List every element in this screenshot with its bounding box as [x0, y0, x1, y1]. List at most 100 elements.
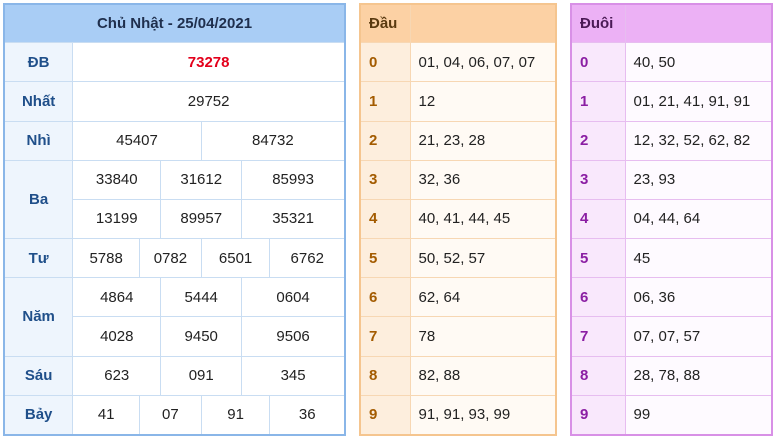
- duoi-values: 28, 78, 88: [624, 355, 773, 396]
- dau-table: Đầu 0 01, 04, 06, 07, 07 1 12 2 21, 23, 28 …: [359, 3, 557, 436]
- prize-label-nhi: Nhì: [3, 120, 74, 161]
- duoi-row: 1 01, 21, 41, 91, 91: [570, 81, 773, 122]
- dau-values: 32, 36: [409, 159, 557, 200]
- dau-row: 0 01, 04, 06, 07, 07: [359, 42, 557, 83]
- dau-digit: 9: [359, 394, 411, 436]
- prize-value: 91: [200, 394, 271, 436]
- duoi-digit: 3: [570, 159, 626, 200]
- duoi-values: 40, 50: [624, 42, 773, 83]
- dau-row: 3 32, 36: [359, 159, 557, 200]
- prize-value: 73278: [72, 42, 346, 83]
- dau-row: 1 12: [359, 81, 557, 122]
- dau-digit: 3: [359, 159, 411, 200]
- prize-value: 36: [269, 394, 346, 436]
- prize-value: 13199: [72, 198, 162, 240]
- duoi-values: 01, 21, 41, 91, 91: [624, 81, 773, 122]
- prize-value: 345: [241, 355, 346, 396]
- prize-value: 85993: [241, 159, 346, 200]
- prize-value: 9450: [160, 316, 243, 357]
- prize-row-nhat: Nhất 29752: [3, 81, 346, 122]
- prize-row-sau: Sáu 623 091 345: [3, 355, 346, 396]
- duoi-digit: 8: [570, 355, 626, 396]
- dau-values: 40, 41, 44, 45: [409, 198, 557, 240]
- duoi-row: 4 04, 44, 64: [570, 198, 773, 240]
- duoi-digit: 7: [570, 316, 626, 357]
- dau-row: 6 62, 64: [359, 277, 557, 318]
- results-title: Chủ Nhật - 25/04/2021: [3, 3, 346, 44]
- prize-value: 9506: [241, 316, 346, 357]
- prize-value: 31612: [160, 159, 243, 200]
- duoi-digit: 2: [570, 120, 626, 161]
- duoi-row: 6 06, 36: [570, 277, 773, 318]
- duoi-table: Đuôi 0 40, 50 1 01, 21, 41, 91, 91 2 12, 32…: [570, 3, 773, 436]
- duoi-values: 12, 32, 52, 62, 82: [624, 120, 773, 161]
- duoi-digit: 6: [570, 277, 626, 318]
- prize-value: 33840: [72, 159, 162, 200]
- dau-values: 01, 04, 06, 07, 07: [409, 42, 557, 83]
- dau-digit: 6: [359, 277, 411, 318]
- prize-row-nhi: Nhì 45407 84732: [3, 120, 346, 161]
- prize-value: 45407: [72, 120, 202, 161]
- dau-header-blank: [409, 3, 557, 44]
- duoi-header: Đuôi: [570, 3, 626, 44]
- duoi-row: 9 99: [570, 394, 773, 436]
- duoi-values: 04, 44, 64: [624, 198, 773, 240]
- prize-label-nhat: Nhất: [3, 81, 74, 122]
- dau-values: 91, 91, 93, 99: [409, 394, 557, 436]
- duoi-row: 8 28, 78, 88: [570, 355, 773, 396]
- duoi-header-blank: [624, 3, 773, 44]
- prize-row-tu: Tư 5788 0782 6501 6762: [3, 238, 346, 279]
- dau-digit: 5: [359, 238, 411, 279]
- prize-label-tu: Tư: [3, 238, 74, 279]
- prize-value: 6762: [269, 238, 346, 279]
- dau-row: 7 78: [359, 316, 557, 357]
- dau-row: 8 82, 88: [359, 355, 557, 396]
- prize-row-nam: Năm 4864 5444 0604: [3, 277, 346, 357]
- duoi-row: 0 40, 50: [570, 42, 773, 83]
- dau-row: 4 40, 41, 44, 45: [359, 198, 557, 240]
- prize-label-ba: Ba: [3, 159, 74, 240]
- dau-digit: 0: [359, 42, 411, 83]
- duoi-values: 23, 93: [624, 159, 773, 200]
- duoi-values: 06, 36: [624, 277, 773, 318]
- dau-row: 2 21, 23, 28: [359, 120, 557, 161]
- dau-row: 5 50, 52, 57: [359, 238, 557, 279]
- prize-value: 091: [160, 355, 243, 396]
- dau-values: 50, 52, 57: [409, 238, 557, 279]
- prize-value: 07: [139, 394, 202, 436]
- dau-values: 62, 64: [409, 277, 557, 318]
- duoi-values: 99: [624, 394, 773, 436]
- duoi-row: 7 07, 07, 57: [570, 316, 773, 357]
- prize-value: 35321: [241, 198, 346, 240]
- prize-label-bay: Bảy: [3, 394, 74, 436]
- prize-value: 29752: [72, 81, 346, 122]
- prize-label-sau: Sáu: [3, 355, 74, 396]
- duoi-digit: 0: [570, 42, 626, 83]
- prize-row-bay: Bảy 41 07 91 36: [3, 394, 346, 436]
- prize-value: 84732: [200, 120, 346, 161]
- prize-value: 89957: [160, 198, 243, 240]
- duoi-values: 45: [624, 238, 773, 279]
- prize-label-db: ĐB: [3, 42, 74, 83]
- dau-header: Đầu: [359, 3, 411, 44]
- prize-value: 4028: [72, 316, 162, 357]
- dau-values: 82, 88: [409, 355, 557, 396]
- prize-row-ba: Ba 33840 31612 85993: [3, 159, 346, 240]
- results-table: Chủ Nhật - 25/04/2021 ĐB 73278 Nhất 2975…: [3, 3, 346, 436]
- duoi-digit: 5: [570, 238, 626, 279]
- duoi-digit: 9: [570, 394, 626, 436]
- dau-row: 9 91, 91, 93, 99: [359, 394, 557, 436]
- duoi-row: 2 12, 32, 52, 62, 82: [570, 120, 773, 161]
- dau-digit: 8: [359, 355, 411, 396]
- duoi-row: 3 23, 93: [570, 159, 773, 200]
- prize-value: 623: [72, 355, 162, 396]
- dau-digit: 4: [359, 198, 411, 240]
- dau-values: 12: [409, 81, 557, 122]
- prize-value: 41: [72, 394, 141, 436]
- prize-value: 5444: [160, 277, 243, 318]
- dau-values: 78: [409, 316, 557, 357]
- duoi-digit: 4: [570, 198, 626, 240]
- prize-value: 4864: [72, 277, 162, 318]
- duoi-digit: 1: [570, 81, 626, 122]
- dau-values: 21, 23, 28: [409, 120, 557, 161]
